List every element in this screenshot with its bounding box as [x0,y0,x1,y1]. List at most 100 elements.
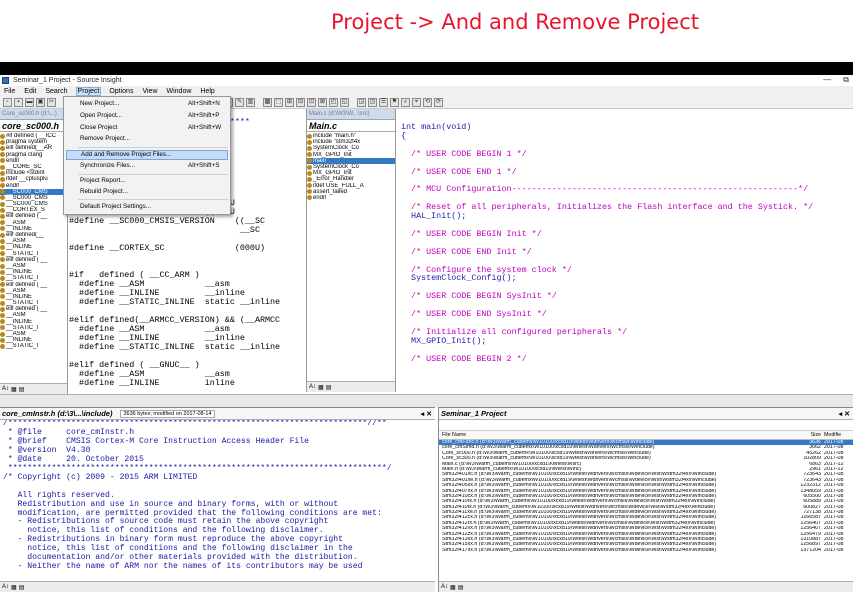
menu-item-rebuild-project[interactable]: Rebuild Project... [66,187,228,197]
filter-icon[interactable]: ▤ [19,386,25,393]
code-line: /* USER CODE BEGIN SysInit */ [401,291,557,302]
toolbar-button-icon[interactable]: ▫ [3,97,12,107]
toolbar-button-icon[interactable]: ▬ [25,97,34,107]
column-modified[interactable]: Modifie [821,431,849,439]
file-row[interactable]: Stm32f417xx.h (d:\W3\Warm_cubemx\W10100\… [439,548,853,553]
menu-item-new-project[interactable]: New Project... Alt+Shift+N [66,99,228,109]
column-size[interactable]: Size [799,431,821,439]
project-window-title: Seminar_1 Project [441,409,507,418]
code-line: /* MCU Configuration--------------------… [401,184,809,195]
list-icon[interactable]: ▦ [11,386,17,393]
menu-item-close-project[interactable]: Close Project Alt+Shift+W [66,123,228,133]
menu-window[interactable]: Window [166,88,193,95]
toolbar-button-icon[interactable]: ✂ [47,97,56,107]
code-line: /* USER CODE BEGIN Init */ [401,228,542,239]
symbol-icon [0,195,5,201]
pane-splitter[interactable] [0,394,853,407]
toolbar-button-icon[interactable]: ⌕ [401,97,410,107]
pin-close-icons[interactable]: ◂ ✕ [421,410,432,418]
context-window-core-cminstr[interactable]: core_cmInstr.h (d:\3\...\include) 3636 b… [0,407,435,592]
symbol-item[interactable]: __STATIC_I [0,343,67,349]
menu-item-add-remove-files[interactable]: Add and Remove Project Files... [66,150,228,160]
toolbar-button-icon[interactable]: ⊠ [318,97,327,107]
sort-az-icon[interactable]: A↕ [441,584,448,590]
symbol-icon [307,152,312,158]
toolbar-button-icon[interactable]: ◲ [357,97,366,107]
pin-close-icons[interactable]: ◂ ✕ [839,410,850,418]
list-icon[interactable]: ▦ [450,584,456,591]
symbol-icon [307,195,312,201]
filter-icon[interactable]: ▤ [19,584,25,591]
symbol-icon [307,145,312,151]
toolbar-button-icon[interactable]: ◱ [340,97,349,107]
menu-item-remove-project[interactable]: Remove Project... [66,134,228,144]
toolbar-button-icon[interactable]: ▥ [246,97,255,107]
filter-icon[interactable]: ▤ [326,384,332,391]
symbol-item[interactable]: endif [307,195,395,201]
symbol-label: endif [313,194,327,201]
symbol-icon [0,214,5,220]
toolbar-button-icon[interactable]: ▣ [36,97,45,107]
toolbar-button-icon[interactable]: ⊟ [296,97,305,107]
black-bar [0,62,853,75]
toolbar-separator [257,98,261,107]
menu-item-open-project[interactable]: Open Project... Alt+Shift+P [66,111,228,121]
menu-search[interactable]: Search [44,88,68,95]
toolbar-button-icon[interactable]: ◳ [368,97,377,107]
menu-item-project-report[interactable]: Project Report... [66,176,228,186]
symbol-icon [0,183,5,189]
menu-options[interactable]: Options [108,88,134,95]
file-table-header: File Name Size Modifie [439,431,853,440]
filter-icon[interactable]: ▤ [458,584,464,591]
menu-item-label: Synchronize Files... [80,162,135,169]
toolbar-separator [351,98,355,107]
toolbar-button-icon[interactable]: ⟲ [423,97,432,107]
toolbar-button-icon[interactable]: ⊞ [285,97,294,107]
app-icon [2,77,9,84]
symbol-icon [0,176,5,182]
toolbar-button-icon[interactable]: ⟳ [434,97,443,107]
toolbar-button-icon[interactable]: ⌖ [412,97,421,107]
minimize-button[interactable]: — [823,75,831,85]
restore-button[interactable]: ⧉ [843,75,849,85]
symbol-icon [0,158,5,164]
code-line: #define __STATIC_INLINE static __inline [69,297,281,307]
sort-az-icon[interactable]: A↕ [2,584,9,590]
sort-az-icon[interactable]: A↕ [2,386,9,392]
project-window: Seminar_1 Project ◂ ✕ File Name Size Mod… [438,407,853,592]
toolbar-button-icon[interactable]: ⊡ [307,97,316,107]
menu-item-default-settings[interactable]: Default Project Settings... [66,202,228,212]
toolbar-button-icon[interactable]: ✎ [235,97,244,107]
list-icon[interactable]: ▦ [318,384,324,391]
toolbar-button-icon[interactable]: ▪ [14,97,23,107]
column-file-name[interactable]: File Name [439,431,799,439]
symbol-icon [0,152,5,158]
symbol-icon [0,201,5,207]
code-line: /* Reset of all peripherals, Initializes… [401,202,814,213]
menu-project[interactable]: Project [75,86,102,96]
window-titlebar: Seminar_1 Project - Source Insight — ⧉ [0,75,853,86]
symbol-icon [307,158,312,164]
symbol-icon [0,319,5,325]
menu-item-label: Add and Remove Project Files... [81,151,172,158]
file-size: 1371204 [800,547,821,553]
menu-file[interactable]: File [3,88,16,95]
editor-main-c[interactable]: int main(void){ /* USER CODE BEGIN 1 */ … [397,109,853,392]
sort-az-icon[interactable]: A↕ [309,384,316,390]
list-icon[interactable]: ▦ [11,584,17,591]
toolbar-button-icon[interactable]: ◰ [329,97,338,107]
main-symbol-list: include "main.h" include "stm32f4x SystemC… [307,132,395,201]
menu-help[interactable]: Help [199,88,215,95]
menu-item-label: Open Project... [80,112,122,119]
toolbar-button-icon[interactable]: ▩ [263,97,272,107]
toolbar-button-icon[interactable]: ⚑ [390,97,399,107]
project-window-header: Seminar_1 Project ◂ ✕ [439,408,853,420]
menu-view[interactable]: View [141,88,158,95]
toolbar-button-icon[interactable]: ⬚ [274,97,283,107]
toolbar-button-icon[interactable]: ☰ [379,97,388,107]
menu-item-synchronize-files[interactable]: Synchronize Files... Alt+Shift+S [66,161,228,171]
code-line: /* USER CODE BEGIN 1 */ [401,148,527,159]
code-line: int main(void) [401,122,472,132]
menu-edit[interactable]: Edit [23,88,37,95]
